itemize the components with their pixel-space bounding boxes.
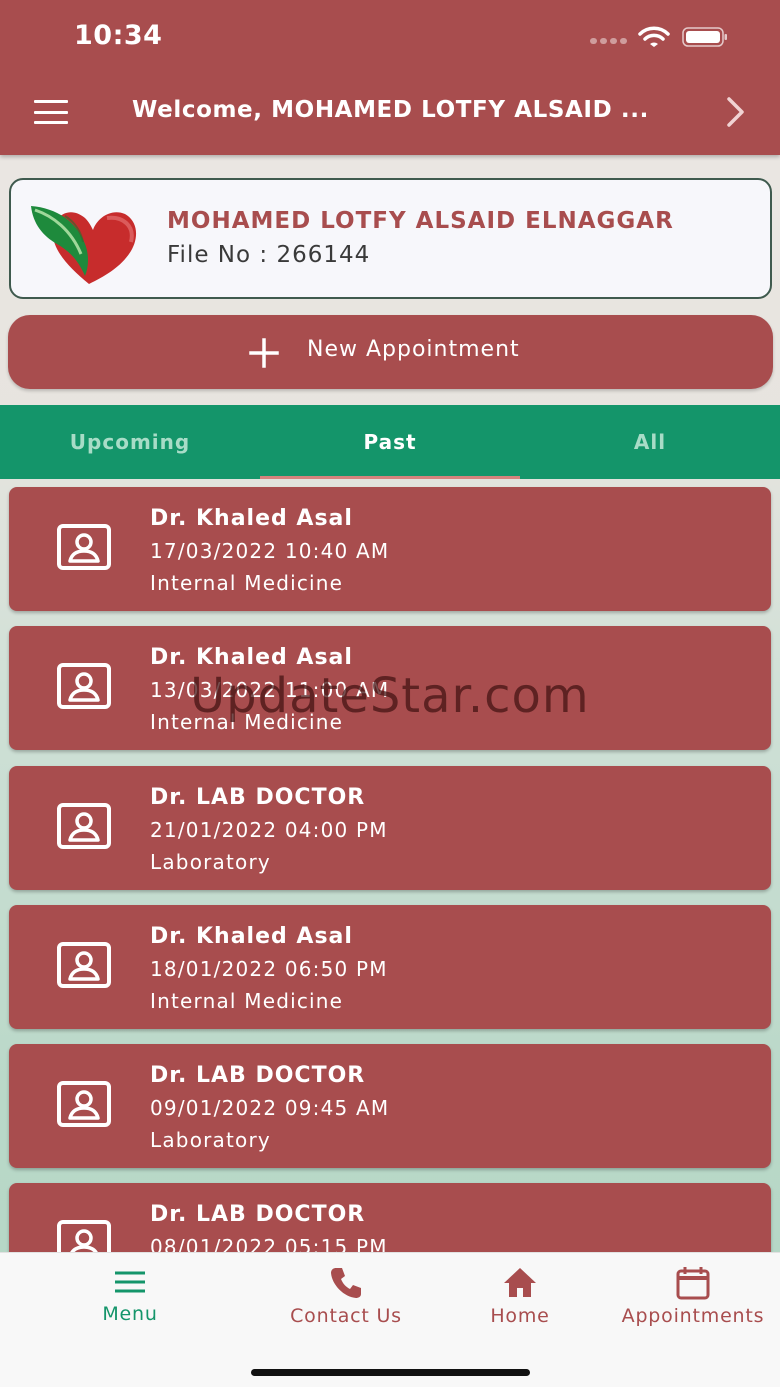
appointment-card[interactable]: Dr. Khaled Asal 17/03/2022 10:40 AM Inte… bbox=[9, 487, 771, 611]
contact-card-icon bbox=[57, 942, 111, 988]
plus-icon bbox=[249, 338, 279, 368]
nav-home-label: Home bbox=[490, 1305, 550, 1327]
appointment-list[interactable]: Dr. Khaled Asal 17/03/2022 10:40 AM Inte… bbox=[0, 479, 780, 1252]
doctor-name: Dr. Khaled Asal bbox=[150, 645, 353, 670]
nav-appointments-label: Appointments bbox=[621, 1305, 765, 1327]
new-appointment-label: New Appointment bbox=[307, 337, 520, 362]
drawer-menu-button[interactable] bbox=[34, 100, 68, 124]
contact-card-icon bbox=[57, 803, 111, 849]
appointment-datetime: 18/01/2022 06:50 PM bbox=[150, 957, 388, 981]
nav-home[interactable]: Home bbox=[474, 1265, 566, 1327]
appointment-datetime: 08/01/2022 05:15 PM bbox=[150, 1235, 388, 1252]
nav-menu[interactable]: Menu bbox=[80, 1265, 180, 1325]
tab-all[interactable]: All bbox=[520, 405, 780, 479]
department: Laboratory bbox=[150, 850, 271, 874]
wifi-icon bbox=[638, 26, 670, 47]
appointment-datetime: 21/01/2022 04:00 PM bbox=[150, 818, 388, 842]
file-number: File No : 266144 bbox=[167, 242, 371, 268]
bottom-navigation: Menu Contact Us Home Appointments bbox=[0, 1252, 780, 1387]
appointment-card[interactable]: Dr. LAB DOCTOR 21/01/2022 04:00 PM Labor… bbox=[9, 766, 771, 890]
doctor-name: Dr. Khaled Asal bbox=[150, 506, 353, 531]
home-indicator[interactable] bbox=[251, 1369, 530, 1376]
contact-card-icon bbox=[57, 663, 111, 709]
heart-leaf-logo bbox=[31, 206, 137, 284]
doctor-name: Dr. Khaled Asal bbox=[150, 924, 353, 949]
department: Internal Medicine bbox=[150, 710, 344, 734]
home-icon bbox=[504, 1268, 536, 1297]
appointment-datetime: 09/01/2022 09:45 AM bbox=[150, 1096, 390, 1120]
contact-card-icon bbox=[57, 524, 111, 570]
phone-icon bbox=[331, 1268, 361, 1298]
contact-card-icon bbox=[57, 1220, 111, 1252]
appointment-datetime: 17/03/2022 10:40 AM bbox=[150, 539, 390, 563]
appointment-datetime: 13/03/2022 11:00 AM bbox=[150, 678, 390, 702]
appointment-card[interactable]: Dr. LAB DOCTOR 09/01/2022 09:45 AM Labor… bbox=[9, 1044, 771, 1168]
battery-icon bbox=[682, 27, 727, 47]
department: Laboratory bbox=[150, 1128, 271, 1152]
nav-contact-us[interactable]: Contact Us bbox=[276, 1265, 416, 1327]
cellular-signal-icon bbox=[590, 38, 630, 46]
appointment-card[interactable]: Dr. Khaled Asal 13/03/2022 11:00 AM Inte… bbox=[9, 626, 771, 750]
status-time: 10:34 bbox=[74, 20, 163, 51]
chevron-right-icon[interactable] bbox=[720, 95, 750, 129]
tab-upcoming[interactable]: Upcoming bbox=[0, 405, 260, 479]
top-app-bar: 10:34 Welcome, MOHAMED LOTFY ALSAID ... bbox=[0, 0, 780, 155]
appointment-card[interactable]: Dr. Khaled Asal 18/01/2022 06:50 PM Inte… bbox=[9, 905, 771, 1029]
appointment-tabs: Upcoming Past All bbox=[0, 405, 780, 479]
nav-menu-label: Menu bbox=[102, 1303, 158, 1325]
new-appointment-button[interactable]: New Appointment bbox=[8, 315, 773, 389]
contact-card-icon bbox=[57, 1081, 111, 1127]
tab-past[interactable]: Past bbox=[260, 405, 520, 479]
calendar-icon bbox=[676, 1267, 710, 1300]
nav-appointments[interactable]: Appointments bbox=[612, 1265, 774, 1327]
menu-icon bbox=[115, 1271, 145, 1293]
doctor-name: Dr. LAB DOCTOR bbox=[150, 1063, 366, 1088]
department: Internal Medicine bbox=[150, 571, 344, 595]
welcome-title: Welcome, MOHAMED LOTFY ALSAID ... bbox=[132, 97, 649, 123]
doctor-name: Dr. LAB DOCTOR bbox=[150, 1202, 366, 1227]
patient-name: MOHAMED LOTFY ALSAID ELNAGGAR bbox=[167, 208, 674, 234]
doctor-name: Dr. LAB DOCTOR bbox=[150, 785, 366, 810]
nav-contact-us-label: Contact Us bbox=[290, 1305, 402, 1327]
appointment-card[interactable]: Dr. LAB DOCTOR 08/01/2022 05:15 PM bbox=[9, 1183, 771, 1252]
patient-card: MOHAMED LOTFY ALSAID ELNAGGAR File No : … bbox=[9, 178, 772, 299]
department: Internal Medicine bbox=[150, 989, 344, 1013]
